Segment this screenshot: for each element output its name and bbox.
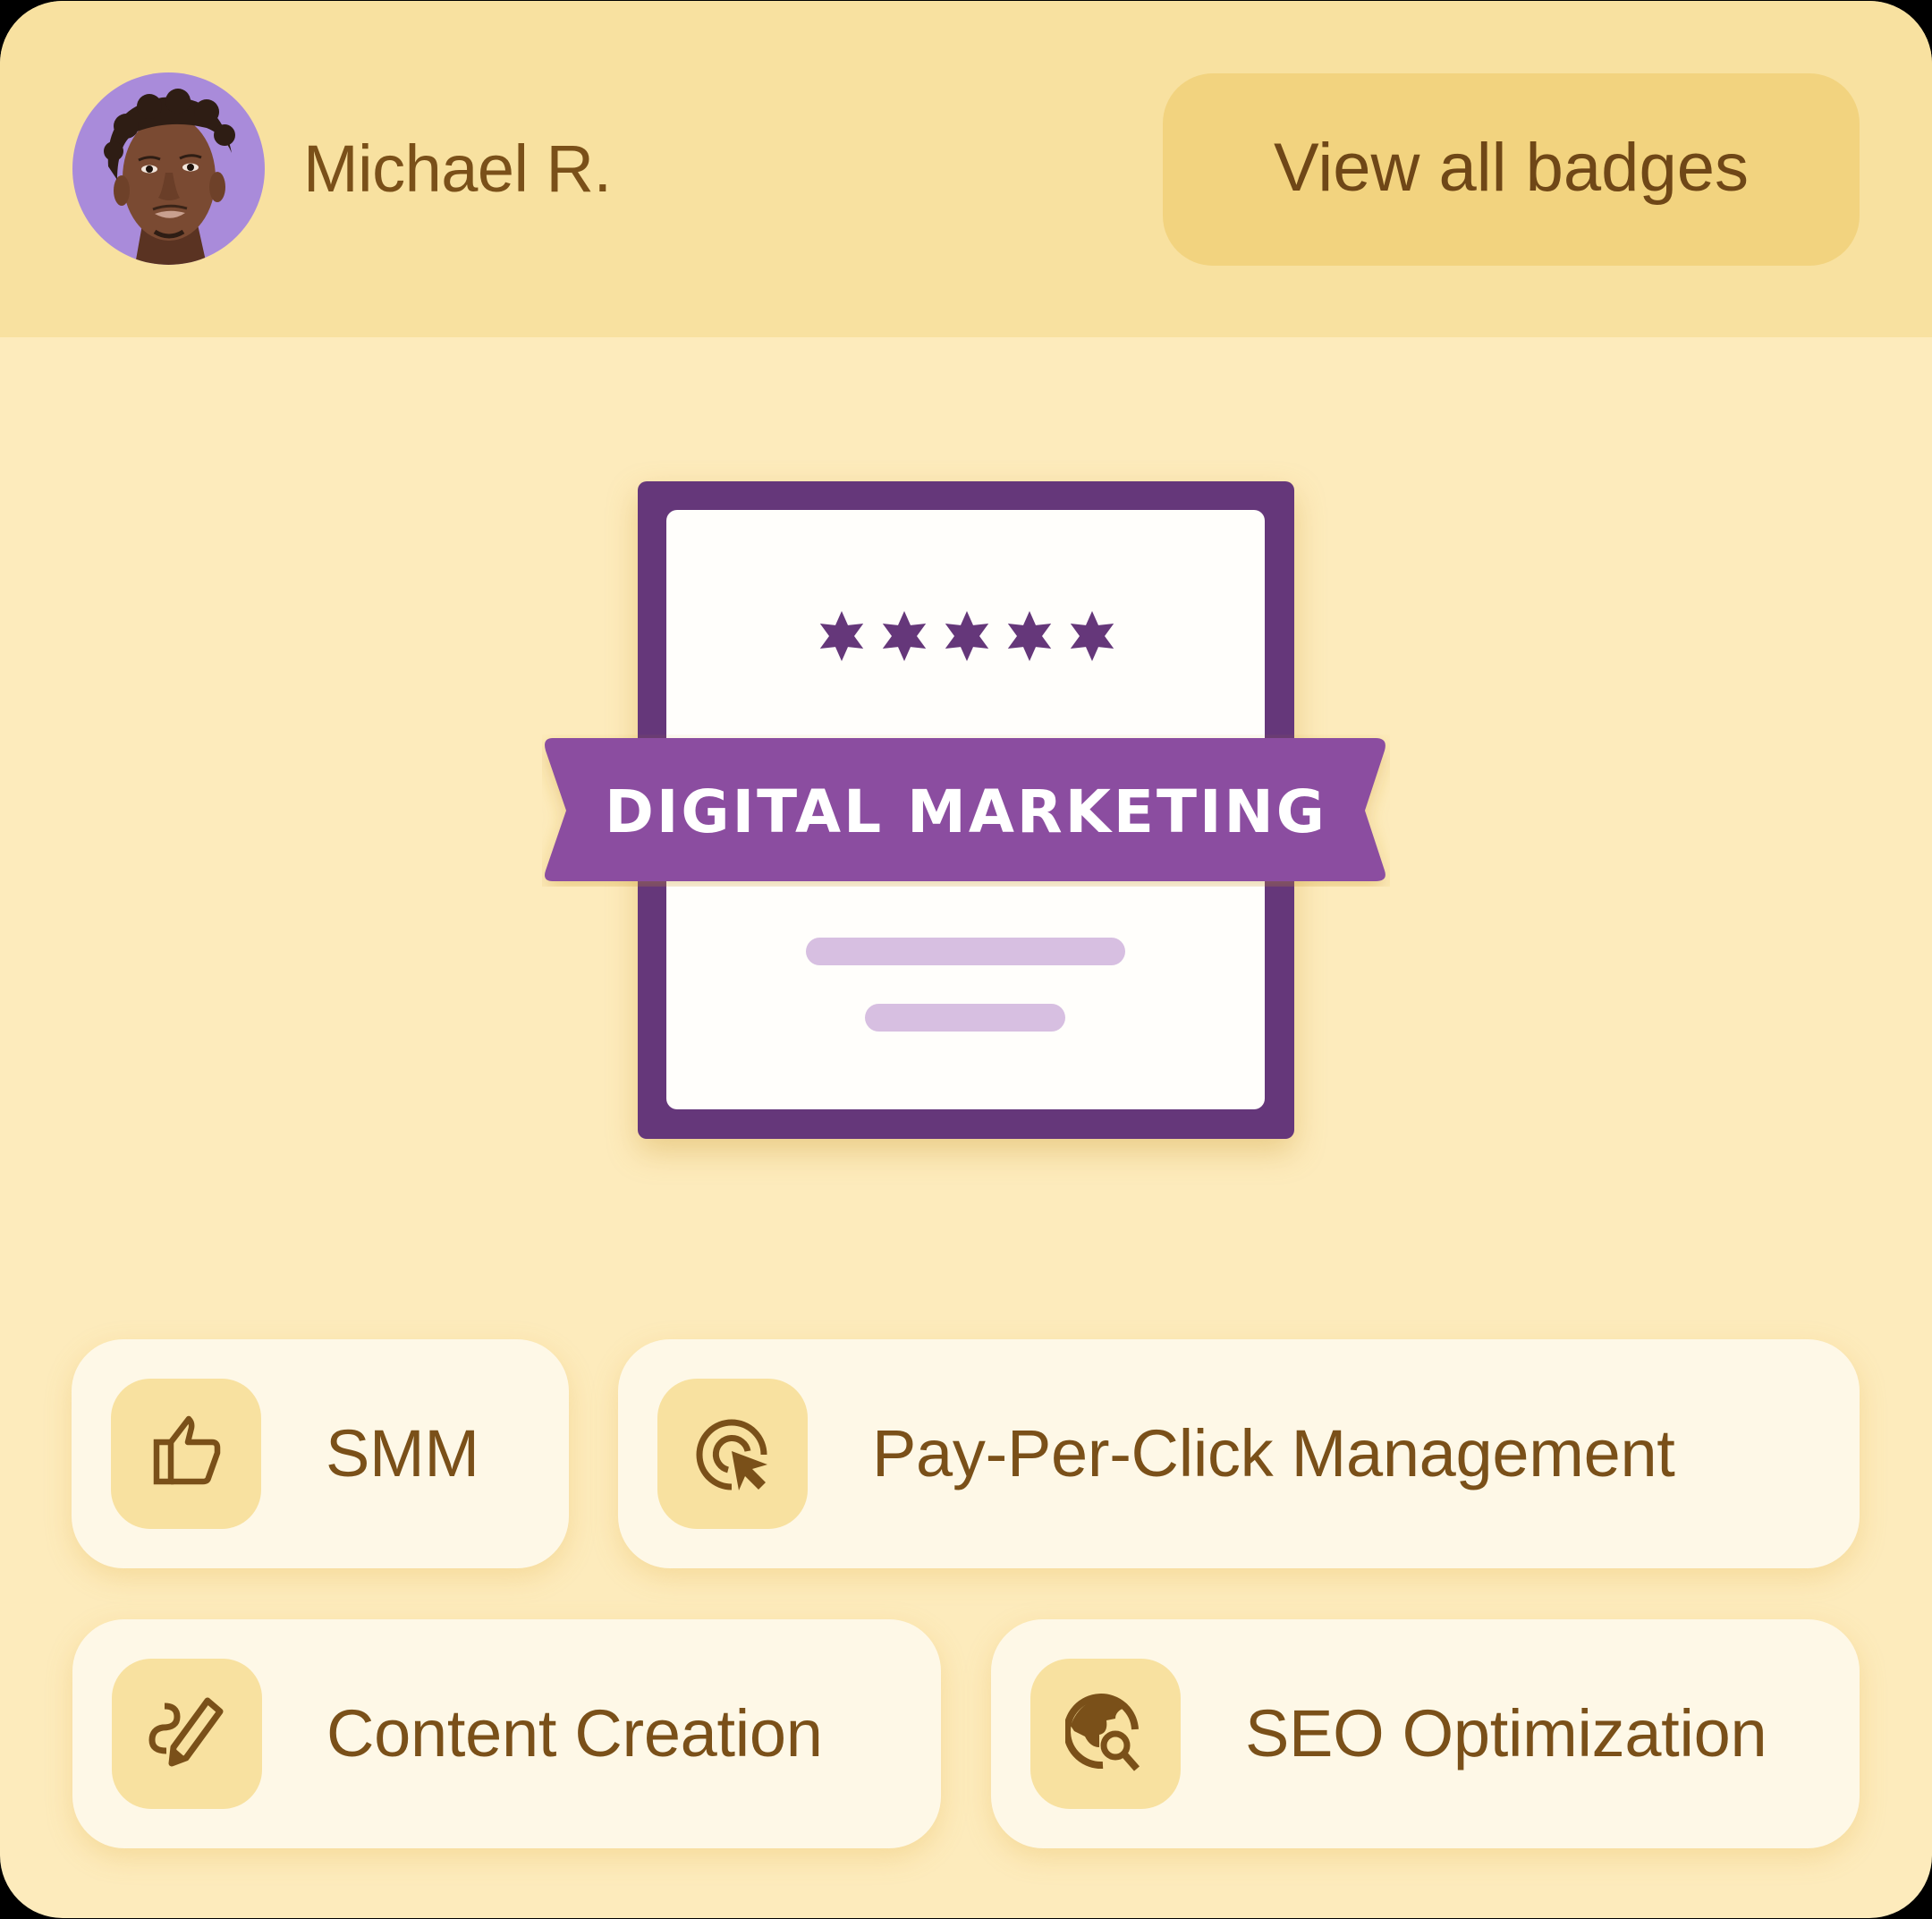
- avatar[interactable]: [72, 72, 265, 265]
- star-icon: [882, 611, 927, 661]
- thumbs-up-icon: [111, 1379, 261, 1529]
- target-cursor-icon: [657, 1379, 808, 1529]
- star-icon: [945, 611, 989, 661]
- skill-chip-smm[interactable]: SMM: [72, 1339, 569, 1568]
- star-icon: [1070, 611, 1114, 661]
- placeholder-line: [806, 938, 1125, 965]
- globe-search-icon: [1030, 1659, 1181, 1809]
- badge-title: DIGITAL MARKETING: [605, 777, 1327, 846]
- star-icon: [1007, 611, 1052, 661]
- avatar-photo: [104, 89, 235, 265]
- view-all-badges-button[interactable]: View all badges: [1163, 73, 1860, 266]
- pen-squiggle-icon: [112, 1659, 262, 1809]
- skill-chip-content-creation[interactable]: Content Creation: [72, 1619, 941, 1848]
- badge-ribbon: DIGITAL MARKETING: [542, 734, 1390, 887]
- skill-label: Content Creation: [326, 1696, 823, 1770]
- skill-label: SEO Optimization: [1245, 1696, 1767, 1770]
- user-name: Michael R.: [303, 132, 612, 206]
- skill-chip-ppc[interactable]: Pay-Per-Click Management: [618, 1339, 1860, 1568]
- placeholder-line: [865, 1004, 1065, 1032]
- skill-label: Pay-Per-Click Management: [872, 1416, 1675, 1490]
- star-icon: [819, 611, 864, 661]
- badge-card: Michael R. View all badges DIGITAL MARKE…: [0, 1, 1932, 1918]
- skill-chip-seo[interactable]: SEO Optimization: [991, 1619, 1860, 1848]
- profile-header: Michael R. View all badges: [0, 1, 1932, 337]
- skill-label: SMM: [326, 1416, 479, 1490]
